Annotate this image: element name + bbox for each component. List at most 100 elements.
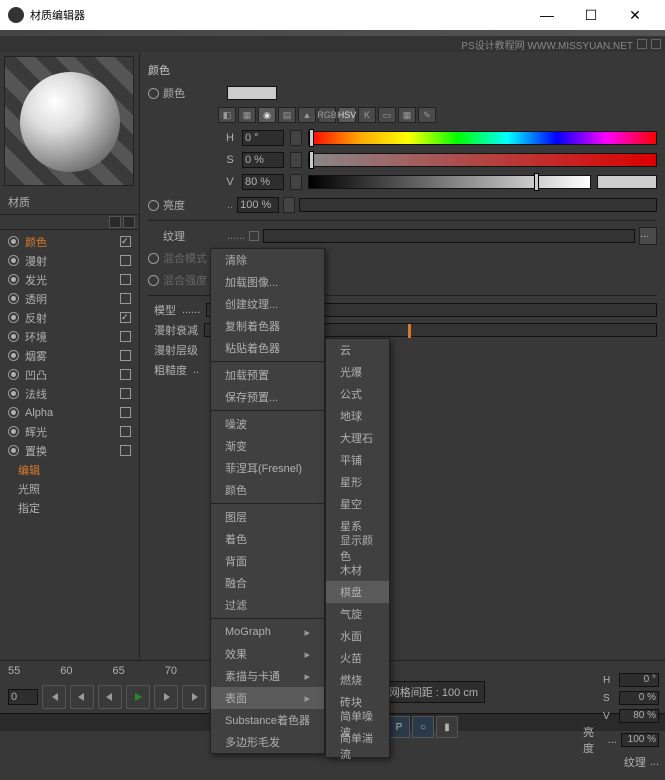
minimize-button[interactable]: —	[525, 1, 569, 29]
channel-checkbox[interactable]	[120, 312, 131, 323]
image-icon[interactable]: ▲	[298, 107, 316, 123]
picker-icon[interactable]: ◧	[218, 107, 236, 123]
channel-radio[interactable]	[8, 255, 19, 266]
menu-item[interactable]: 渐变	[211, 435, 324, 457]
menu-item[interactable]: 图层	[211, 506, 324, 528]
channel-radio[interactable]	[8, 312, 19, 323]
play-button[interactable]	[126, 685, 150, 709]
channel-checkbox[interactable]	[120, 293, 131, 304]
channel-烟雾[interactable]: 烟雾	[0, 346, 139, 365]
v-value[interactable]: 80 %	[242, 174, 284, 190]
close-button[interactable]: ✕	[613, 1, 657, 29]
maximize-button[interactable]: ☐	[569, 1, 613, 29]
material-preview[interactable]	[4, 56, 134, 186]
menu-item[interactable]: 加载图像...	[211, 271, 324, 293]
menu-item[interactable]: 着色	[211, 528, 324, 550]
channel-radio[interactable]	[8, 236, 19, 247]
menu-item[interactable]: 融合	[211, 572, 324, 594]
submenu-item[interactable]: 棋盘	[326, 581, 389, 603]
hsv-mode[interactable]: HSV	[338, 107, 356, 123]
channel-透明[interactable]: 透明	[0, 289, 139, 308]
brightness-slider[interactable]	[299, 198, 657, 212]
anim-dot[interactable]	[148, 275, 159, 286]
channel-radio[interactable]	[8, 293, 19, 304]
nav-fwd-icon[interactable]	[123, 216, 135, 228]
channel-radio[interactable]	[8, 388, 19, 399]
menu-item[interactable]: 表面▸	[211, 687, 324, 709]
channel-发光[interactable]: 发光	[0, 270, 139, 289]
channel-漫射[interactable]: 漫射	[0, 251, 139, 270]
menu-item[interactable]: 噪波	[211, 413, 324, 435]
prev-frame-button[interactable]	[98, 685, 122, 709]
channel-checkbox[interactable]	[120, 236, 131, 247]
nav-back-icon[interactable]	[109, 216, 121, 228]
submenu-item[interactable]: 火苗	[326, 647, 389, 669]
anim-dot[interactable]	[148, 200, 159, 211]
channel-反射[interactable]: 反射	[0, 308, 139, 327]
menu-item[interactable]: 复制着色器	[211, 315, 324, 337]
material-name[interactable]: 材质	[0, 190, 139, 214]
val-slider[interactable]	[308, 175, 591, 189]
key-s-icon[interactable]: ○	[412, 716, 434, 738]
h-value[interactable]: 0 °	[242, 130, 284, 146]
color-swatch[interactable]	[227, 86, 277, 100]
menu-item[interactable]: 素描与卡通▸	[211, 665, 324, 687]
k-mode[interactable]: K	[358, 107, 376, 123]
prev-key-button[interactable]	[70, 685, 94, 709]
next-key-button[interactable]	[182, 685, 206, 709]
submenu-item[interactable]: 星空	[326, 493, 389, 515]
key-r-icon[interactable]: ▮	[436, 716, 458, 738]
channel-checkbox[interactable]	[120, 407, 131, 418]
submenu-item[interactable]: 光爆	[326, 361, 389, 383]
channel-checkbox[interactable]	[120, 426, 131, 437]
menu-item[interactable]: 颜色	[211, 479, 324, 501]
swatches-icon[interactable]: ▤	[278, 107, 296, 123]
channel-checkbox[interactable]	[120, 445, 131, 456]
s-value[interactable]: 0 %	[242, 152, 284, 168]
result-color-chip[interactable]	[597, 175, 657, 189]
menu-item[interactable]: 菲涅耳(Fresnel)	[211, 457, 324, 479]
submenu-item[interactable]: 星形	[326, 471, 389, 493]
menu-item[interactable]: 加载预置	[211, 364, 324, 386]
texture-slot[interactable]	[263, 229, 635, 243]
texture-browse-button[interactable]: ...	[639, 227, 657, 245]
brightness-spinner[interactable]	[283, 197, 295, 213]
channel-置换[interactable]: 置换	[0, 441, 139, 460]
channel-radio[interactable]	[8, 331, 19, 342]
sat-slider[interactable]	[308, 153, 657, 167]
texture-arrow[interactable]	[249, 231, 259, 241]
anim-dot[interactable]	[148, 253, 159, 264]
next-frame-button[interactable]	[154, 685, 178, 709]
tab-编辑[interactable]: 编辑	[0, 460, 139, 479]
channel-checkbox[interactable]	[120, 274, 131, 285]
eyedropper-icon[interactable]: ✎	[418, 107, 436, 123]
s-spinner[interactable]	[290, 152, 302, 168]
key-p-icon[interactable]: P	[388, 716, 410, 738]
menu-item[interactable]: Substance着色器	[211, 709, 324, 731]
brightness-value[interactable]: 100 %	[237, 197, 279, 213]
channel-颜色[interactable]: 颜色	[0, 232, 139, 251]
goto-start-button[interactable]	[42, 685, 66, 709]
spectrum-icon[interactable]: ▦	[238, 107, 256, 123]
menu-item[interactable]: 背面	[211, 550, 324, 572]
submenu-item[interactable]: 燃烧	[326, 669, 389, 691]
menu-item[interactable]: 多边形毛发	[211, 731, 324, 753]
submenu-item[interactable]: 木材	[326, 559, 389, 581]
v-spinner[interactable]	[290, 174, 302, 190]
mixer-icon[interactable]: ▭	[378, 107, 396, 123]
submenu-item[interactable]: 地球	[326, 405, 389, 427]
channel-法线[interactable]: 法线	[0, 384, 139, 403]
menu-item[interactable]: 效果▸	[211, 643, 324, 665]
channel-radio[interactable]	[8, 274, 19, 285]
tab-指定[interactable]: 指定	[0, 498, 139, 517]
channel-环境[interactable]: 环境	[0, 327, 139, 346]
submenu-item[interactable]: 云	[326, 339, 389, 361]
submenu-item[interactable]: 平铺	[326, 449, 389, 471]
submenu-item[interactable]: 显示颜色	[326, 537, 389, 559]
menu-item[interactable]: 清除	[211, 249, 324, 271]
panel-lock-icon[interactable]	[651, 39, 661, 49]
menu-item[interactable]: 粘贴着色器	[211, 337, 324, 359]
channel-radio[interactable]	[8, 369, 19, 380]
submenu-item[interactable]: 水面	[326, 625, 389, 647]
menu-item[interactable]: 过滤	[211, 594, 324, 616]
